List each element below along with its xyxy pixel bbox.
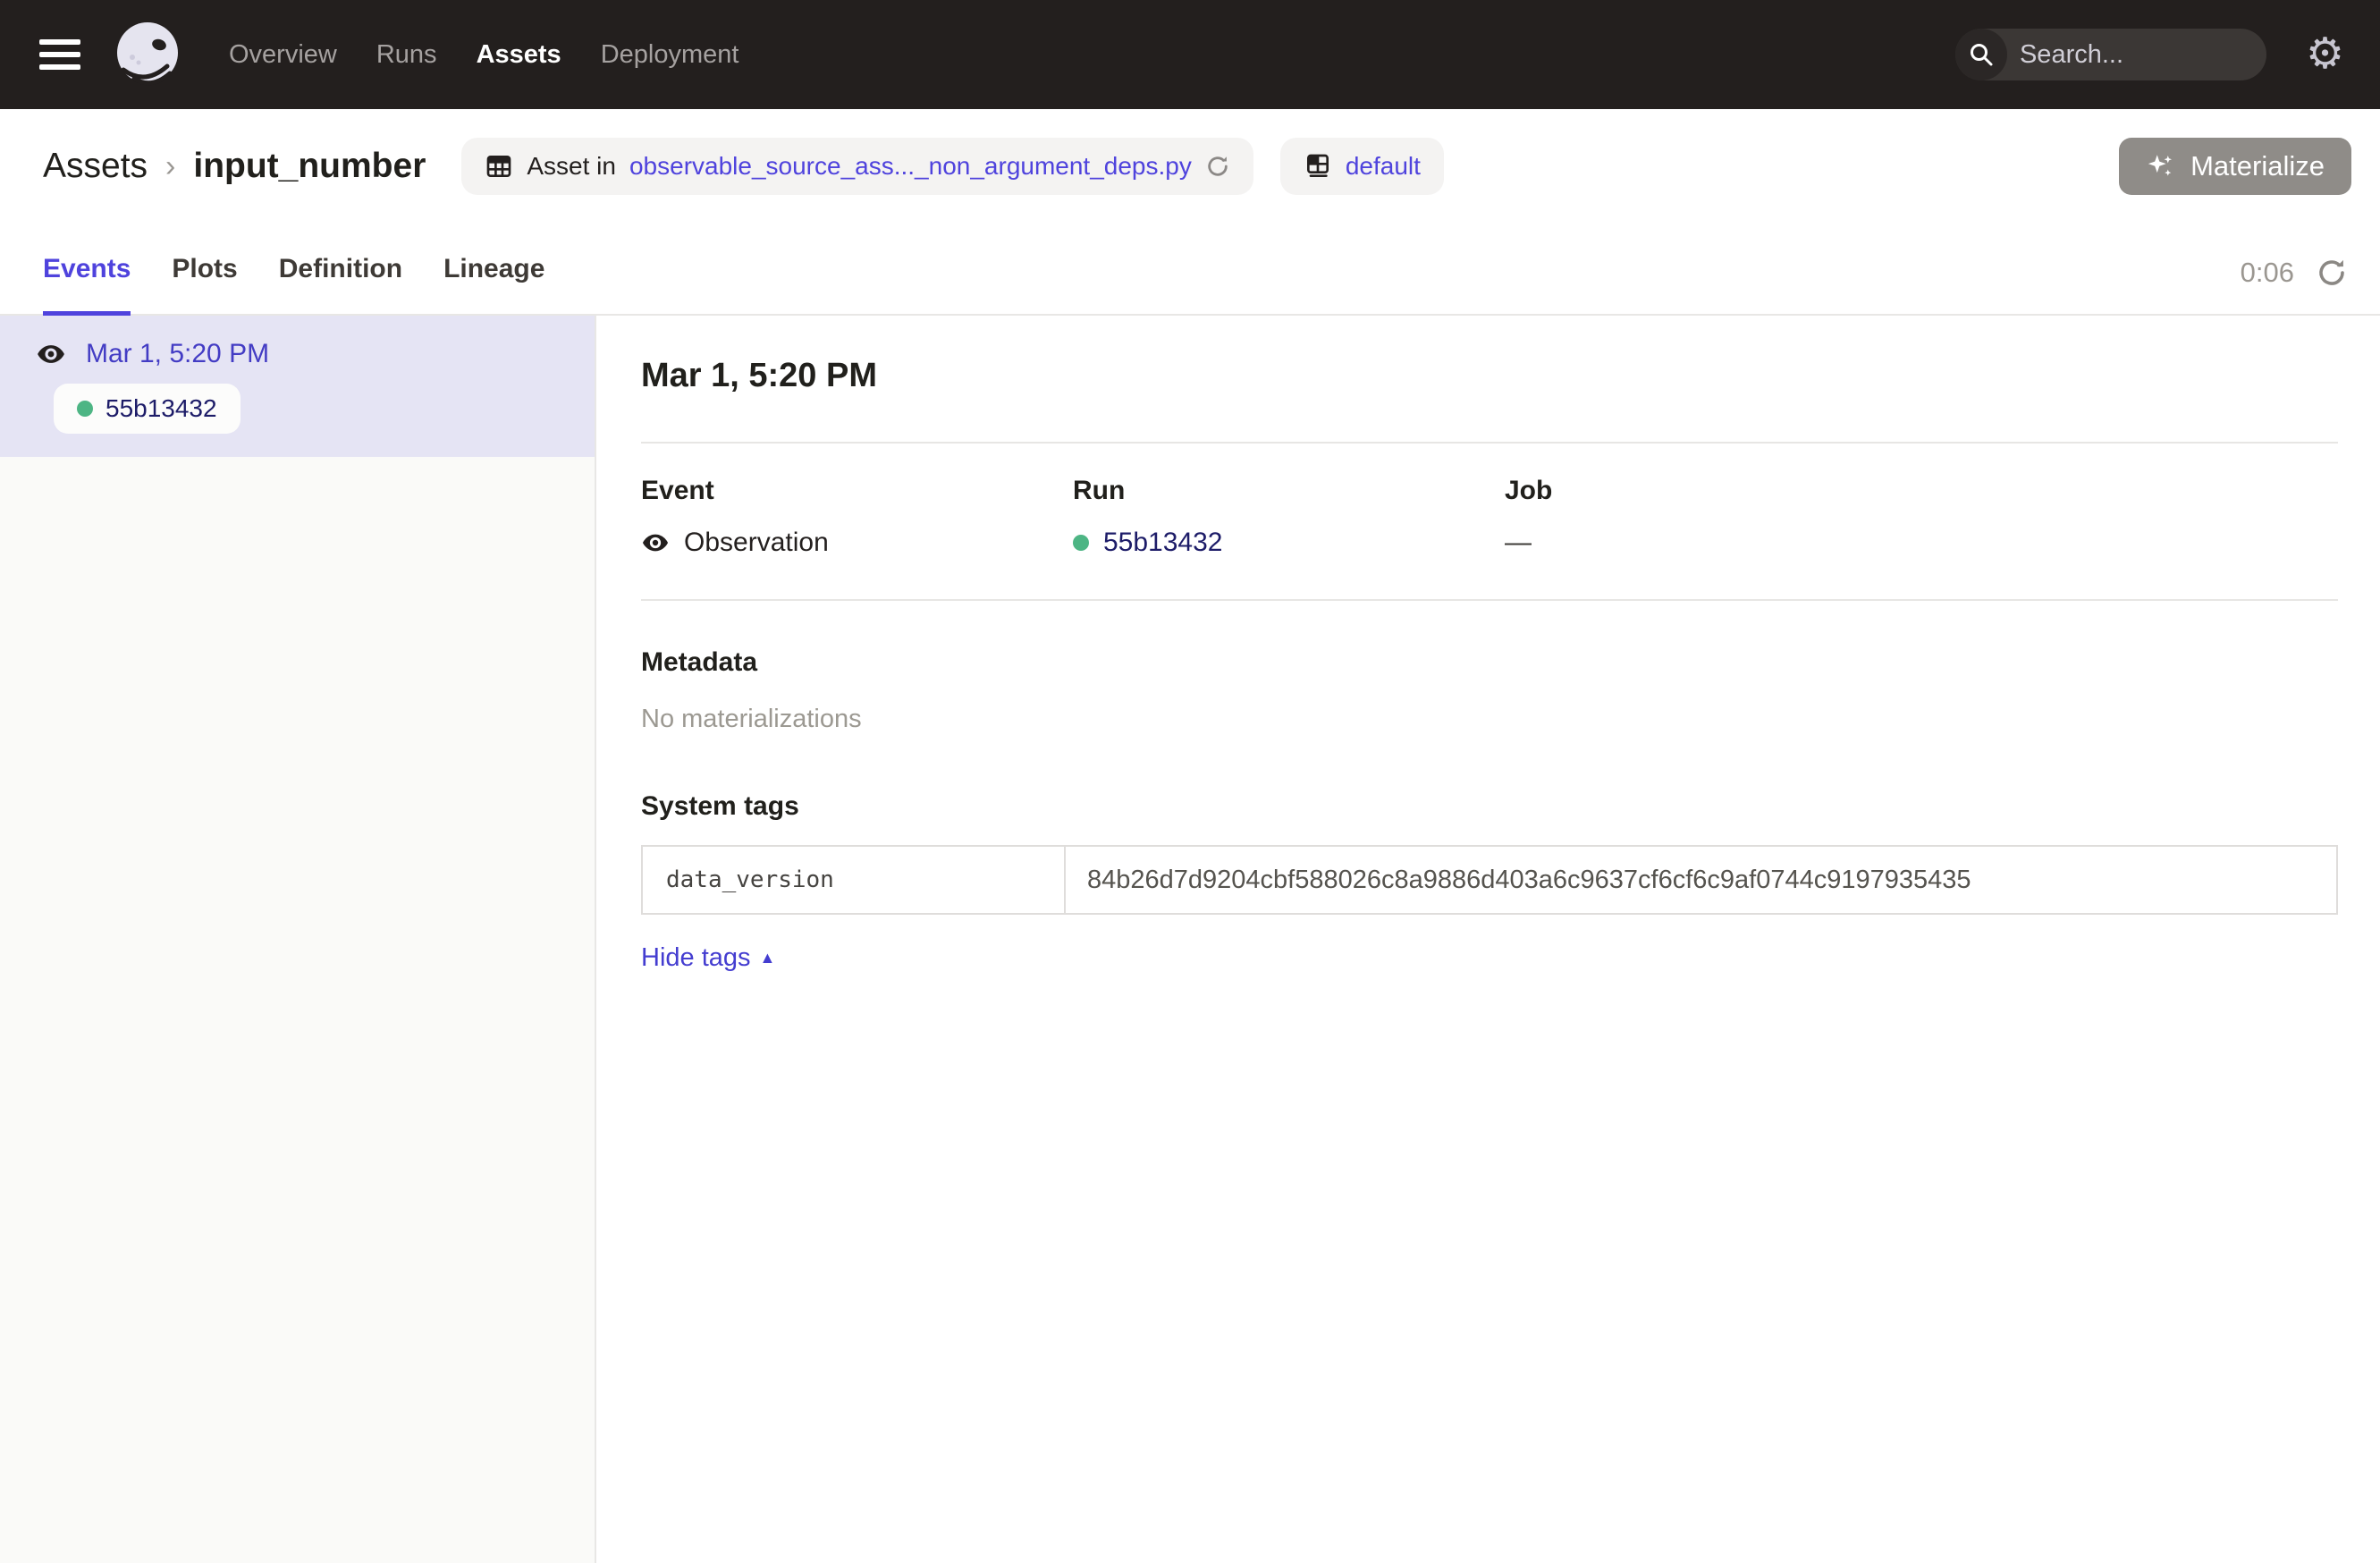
nav-item-runs[interactable]: Runs [376,40,437,70]
sparkle-icon [2146,151,2176,182]
event-column-header: Event [641,476,1073,506]
materialize-button[interactable]: Materialize [2119,138,2351,195]
event-list-sidebar: Mar 1, 5:20 PM 55b13432 [0,316,596,1563]
event-timestamp: Mar 1, 5:20 PM [86,339,269,369]
reload-definition-icon[interactable] [1205,154,1230,179]
event-list-item[interactable]: Mar 1, 5:20 PM 55b13432 [0,316,595,457]
asset-group-icon [1304,152,1332,181]
event-summary-columns: Event Observation Run 55b13432 Job — [641,476,2338,558]
event-type-value: Observation [684,528,829,558]
asset-location-pill: Asset in observable_source_ass..._non_ar… [461,138,1253,195]
search-icon [1955,29,2007,80]
tag-value-cell: 84b26d7d9204cbf588026c8a9886d403a6c9637c… [1065,846,2337,914]
run-id-label: 55b13432 [105,394,217,423]
settings-gear-icon[interactable]: ⚙ [2306,33,2344,76]
hide-tags-link[interactable]: Hide tags ▲ [641,943,775,973]
top-nav: Overview Runs Assets Deployment / ⚙ [0,0,2380,109]
observation-eye-icon [641,528,670,557]
caret-up-icon: ▲ [760,949,776,967]
asset-tabs-row: Events Plots Definition Lineage 0:06 [0,224,2380,316]
refresh-countdown: 0:06 [2241,257,2294,289]
search-box[interactable]: / [1955,29,2266,80]
nav-item-deployment[interactable]: Deployment [601,40,739,70]
tab-events[interactable]: Events [43,224,131,314]
tab-plots[interactable]: Plots [172,224,237,314]
tab-lineage[interactable]: Lineage [443,224,544,314]
metadata-heading: Metadata [641,647,2338,678]
tab-definition[interactable]: Definition [279,224,402,314]
run-id-link[interactable]: 55b13432 [1103,528,1222,558]
page-title: input_number [193,147,426,186]
breadcrumb-assets-link[interactable]: Assets [43,147,148,186]
divider [641,599,2338,601]
breadcrumb-separator: › [165,149,175,184]
hamburger-menu-icon[interactable] [39,39,80,70]
event-detail-panel: Mar 1, 5:20 PM Event Observation Run 55b… [596,316,2380,1563]
asset-group-label: default [1346,152,1421,181]
metadata-empty-text: No materializations [641,705,2338,734]
job-column-header: Job [1505,476,2338,506]
run-tag[interactable]: 55b13432 [54,384,241,434]
primary-nav: Overview Runs Assets Deployment [229,40,738,70]
job-empty-value: — [1505,528,1532,558]
asset-location-prefix: Asset in [527,152,616,181]
hide-tags-label: Hide tags [641,943,751,973]
system-tags-heading: System tags [641,791,2338,822]
asset-table-icon [485,152,513,181]
nav-item-assets[interactable]: Assets [477,40,561,70]
refresh-icon[interactable] [2316,257,2348,289]
asset-definition-file-link[interactable]: observable_source_ass..._non_argument_de… [629,152,1192,181]
asset-header: Assets › input_number Asset in observabl… [0,109,2380,224]
table-row: data_version 84b26d7d9204cbf588026c8a988… [642,846,2337,914]
divider [641,442,2338,444]
tag-key-cell: data_version [642,846,1065,914]
dagster-logo[interactable] [111,18,184,91]
asset-group-pill[interactable]: default [1280,138,1444,195]
observation-eye-icon [36,339,66,369]
event-detail-title: Mar 1, 5:20 PM [641,357,2338,395]
system-tags-table: data_version 84b26d7d9204cbf588026c8a988… [641,845,2338,915]
run-column-header: Run [1073,476,1505,506]
run-status-dot [77,401,93,417]
search-input[interactable] [2007,40,2266,70]
nav-item-overview[interactable]: Overview [229,40,337,70]
materialize-button-label: Materialize [2190,150,2325,182]
run-status-dot [1073,535,1089,551]
